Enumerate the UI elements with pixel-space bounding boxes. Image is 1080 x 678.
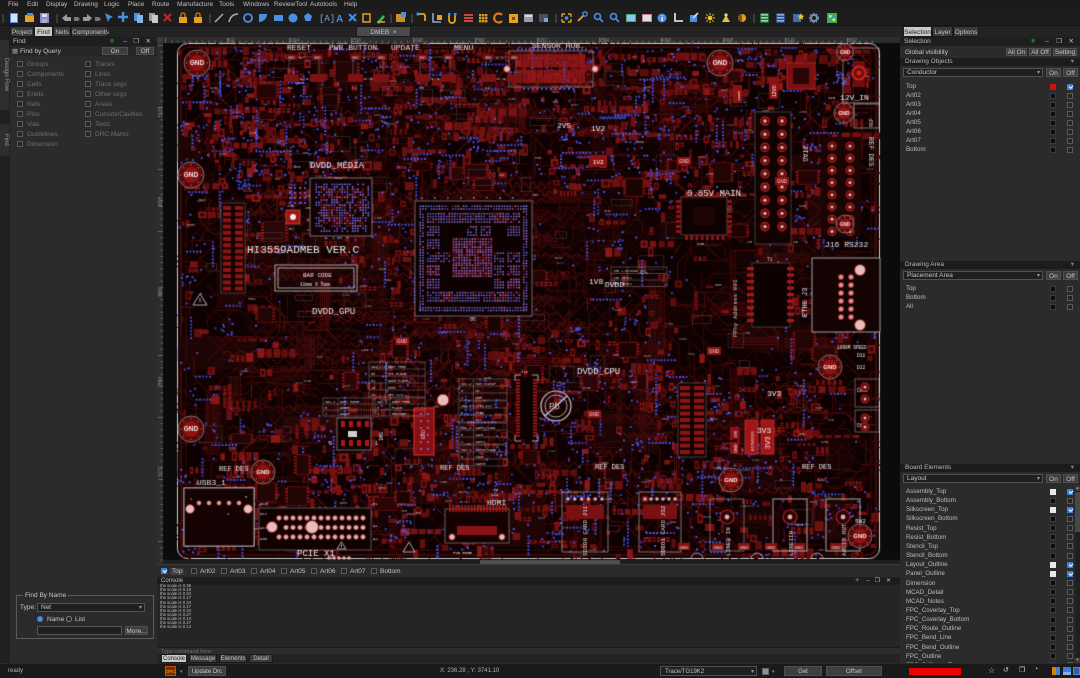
svg-text:A: A bbox=[336, 14, 343, 25]
svg-text:[A]: [A] bbox=[319, 14, 335, 24]
